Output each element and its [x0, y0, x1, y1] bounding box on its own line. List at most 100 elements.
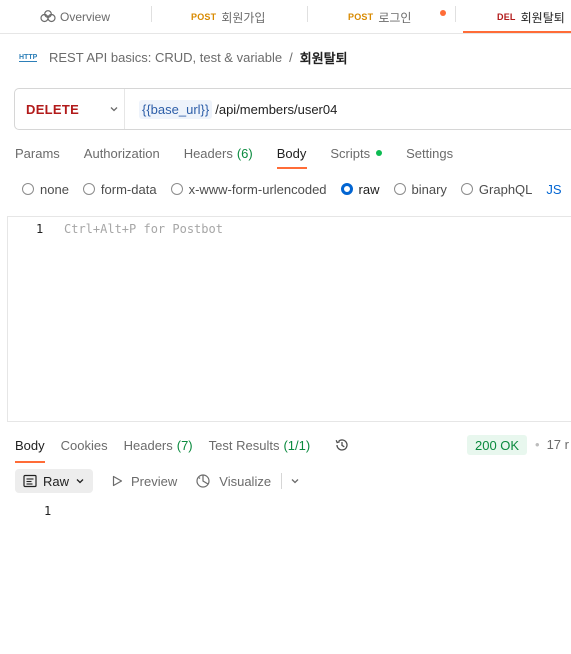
tab-label: Overview	[60, 10, 111, 24]
body-type-form-data[interactable]: form-data	[82, 181, 157, 197]
raw-text-icon	[23, 474, 37, 488]
headers-count: (6)	[236, 145, 253, 161]
tab-overview[interactable]: Overview	[40, 0, 110, 34]
preview-label: Preview	[131, 473, 178, 489]
radio-label: GraphQL	[478, 181, 533, 197]
response-meta: • 17 r	[535, 437, 569, 452]
radio-button[interactable]	[170, 183, 183, 195]
line-number: 1	[36, 222, 44, 236]
tab-delete-member[interactable]: DEL 회원탈퇴	[497, 0, 565, 34]
raw-label: Raw	[43, 473, 70, 489]
tab-signup[interactable]: POST 회원가입	[191, 0, 265, 34]
status-badge[interactable]: 200 OK	[467, 435, 528, 455]
preview-button[interactable]: Preview	[111, 474, 177, 489]
tab-label: Headers	[183, 145, 233, 161]
tab-label: 회원가입	[221, 10, 266, 25]
tab-label: Body	[15, 437, 45, 453]
request-name[interactable]: 회원탈퇴	[300, 48, 348, 67]
chevron-down-icon[interactable]	[290, 476, 300, 486]
url-variable[interactable]: {{base_url}}	[139, 99, 213, 119]
response-time[interactable]: 17 r	[547, 437, 569, 452]
body-type-binary[interactable]: binary	[393, 181, 447, 197]
tab-label: 회원탈퇴	[520, 10, 565, 25]
response-toolbar: Raw Preview Visualize	[15, 469, 300, 493]
method-value: DELETE	[26, 101, 80, 117]
radio-label: raw	[358, 181, 380, 197]
body-type-urlencoded[interactable]: x-www-form-urlencoded	[170, 181, 327, 197]
tab-label: Scripts	[330, 145, 371, 161]
toolbar-divider	[281, 473, 283, 489]
unsaved-changes-dot	[440, 10, 446, 16]
overview-icon	[40, 10, 56, 23]
tab-response-headers[interactable]: Headers (7)	[124, 438, 193, 453]
tab-settings[interactable]: Settings	[406, 144, 453, 162]
active-tab-indicator	[463, 31, 571, 33]
url-bar: DELETE {{base_url}} /api/members/user04	[14, 88, 571, 130]
radio-button[interactable]	[22, 183, 34, 195]
radio-label: none	[40, 181, 69, 197]
play-icon	[112, 475, 123, 487]
method-badge: POST	[191, 12, 217, 22]
tab-divider	[455, 6, 456, 22]
body-type-raw[interactable]: raw	[340, 181, 380, 197]
tab-label: Settings	[406, 145, 454, 161]
radio-button[interactable]	[82, 183, 95, 195]
chevron-down-icon	[76, 479, 84, 484]
tab-headers[interactable]: Headers (6)	[184, 144, 253, 162]
tab-body[interactable]: Body	[277, 144, 307, 162]
meta-separator: •	[535, 437, 540, 452]
response-tabs: Body Cookies Headers (7) Test Results (1…	[15, 436, 350, 454]
chevron-down-icon	[110, 107, 118, 112]
tab-test-results[interactable]: Test Results (1/1)	[209, 438, 311, 453]
url-path: /api/members/user04	[215, 101, 338, 117]
breadcrumb-separator: /	[289, 49, 293, 65]
radio-label: x-www-form-urlencoded	[188, 181, 327, 197]
tab-divider	[307, 6, 308, 22]
raw-format-dropdown[interactable]: JS	[546, 182, 561, 197]
tab-label: Cookies	[60, 437, 108, 453]
response-line-number: 1	[44, 504, 52, 518]
editor-placeholder: Ctrl+Alt+P for Postbot	[64, 222, 223, 236]
tab-response-body[interactable]: Body	[15, 438, 45, 453]
url-input[interactable]: {{base_url}} /api/members/user04	[125, 99, 338, 119]
radio-button[interactable]	[393, 183, 406, 195]
radio-label: form-data	[100, 181, 157, 197]
tab-label: 로그인	[378, 10, 412, 25]
history-icon[interactable]	[334, 437, 350, 453]
http-icon: HTTP	[19, 54, 38, 62]
active-tab-indicator	[15, 461, 45, 463]
radio-button[interactable]	[460, 183, 473, 195]
radio-label: binary	[411, 181, 447, 197]
method-dropdown[interactable]: DELETE	[15, 89, 125, 129]
tab-label: Body	[276, 145, 307, 161]
breadcrumb-collection[interactable]: REST API basics: CRUD, test & variable	[49, 50, 282, 65]
active-tab-indicator	[277, 167, 307, 169]
request-tab-bar: Overview POST 회원가입 POST 로그인 DEL 회원탈퇴	[0, 0, 571, 34]
visualize-label: Visualize	[219, 473, 272, 489]
tab-cookies[interactable]: Cookies	[61, 438, 108, 453]
tab-label: Authorization	[83, 145, 160, 161]
tab-login[interactable]: POST 로그인	[348, 0, 411, 34]
tab-divider	[151, 6, 152, 22]
response-format-dropdown[interactable]: Raw	[15, 469, 94, 493]
tab-params[interactable]: Params	[15, 144, 60, 162]
svg-text:HTTP: HTTP	[19, 54, 38, 61]
request-body-editor[interactable]: 1 Ctrl+Alt+P for Postbot	[7, 216, 571, 422]
tab-scripts[interactable]: Scripts	[330, 144, 383, 162]
tab-label: Params	[15, 145, 60, 161]
headers-count: (7)	[176, 437, 193, 453]
scripts-active-dot	[376, 150, 383, 156]
visualize-icon	[196, 474, 210, 488]
body-type-none[interactable]: none	[22, 182, 69, 197]
breadcrumb: HTTP REST API basics: CRUD, test & varia…	[18, 46, 348, 68]
method-badge: DEL	[497, 12, 516, 22]
radio-button-selected[interactable]	[340, 183, 353, 195]
body-type-selector: none form-data x-www-form-urlencoded raw…	[22, 180, 562, 198]
tab-label: Headers	[123, 437, 173, 453]
visualize-button[interactable]: Visualize	[195, 473, 271, 489]
body-type-graphql[interactable]: GraphQL	[460, 181, 533, 197]
tab-label: Test Results	[208, 437, 280, 453]
method-badge: POST	[348, 12, 374, 22]
tab-authorization[interactable]: Authorization	[84, 144, 160, 162]
test-results-count: (1/1)	[283, 437, 311, 453]
